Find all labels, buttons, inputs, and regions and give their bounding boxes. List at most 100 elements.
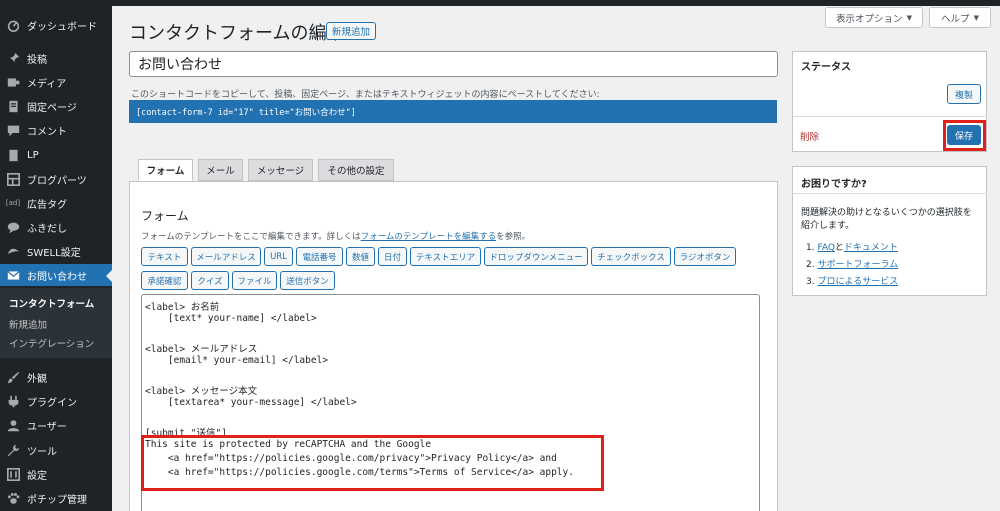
submenu-item-integration[interactable]: インテグレーション (9, 336, 94, 350)
caret-down-icon: ▼ (906, 13, 912, 22)
sidebar-item-appearance[interactable]: 外観 (0, 366, 112, 388)
sidebar-item-posts[interactable]: 投稿 (0, 47, 112, 69)
sidebar-item-pages[interactable]: 固定ページ (0, 95, 112, 117)
sidebar-item-comments[interactable]: コメント (0, 119, 112, 141)
tag-button-date[interactable]: 日付 (378, 247, 407, 266)
status-box-title: ステータス (801, 62, 851, 73)
submenu-item-add-new[interactable]: 新規追加 (9, 317, 47, 331)
help-list-item: 2. サポートフォーラム (806, 257, 898, 270)
faq-link[interactable]: FAQ (817, 243, 834, 253)
sidebar-item-label: ユーザー (27, 421, 67, 433)
sidebar-item-ad-tags[interactable]: [ad] 広告タグ (0, 192, 112, 214)
sidebar-item-label: 設定 (27, 470, 47, 482)
sidebar-item-label: ブログパーツ (27, 175, 87, 187)
tag-button-radio[interactable]: ラジオボタン (674, 247, 736, 266)
recaptcha-text-highlight (141, 435, 604, 491)
tag-button-quiz[interactable]: クイズ (191, 271, 229, 290)
brush-icon (6, 370, 20, 384)
tag-button-number[interactable]: 数値 (346, 247, 375, 266)
admin-sidebar: ダッシュボード 投稿 メディア 固定ページ コメント LP ブログパーツ [ad… (0, 0, 113, 511)
delete-link[interactable]: 削除 (800, 129, 819, 143)
add-new-button[interactable]: 新規追加 (326, 22, 377, 40)
tag-button-url[interactable]: URL (264, 247, 293, 266)
wrench-icon (6, 443, 20, 457)
tag-button-tel[interactable]: 電話番号 (296, 247, 343, 266)
sidebar-item-dashboard[interactable]: ダッシュボード (0, 14, 112, 36)
list-number: 2. (806, 260, 815, 270)
screen-options-button[interactable]: 表示オプション ▼ (825, 7, 923, 28)
sidebar-item-label: ダッシュボード (27, 21, 97, 33)
sidebar-item-label: 外観 (27, 373, 47, 385)
shortcode-description: このショートコードをコピーして、投稿、固定ページ、またはテキストウィジェットの内… (131, 90, 600, 100)
sidebar-item-label: ふきだし (27, 223, 67, 235)
sidebar-item-pochipp[interactable]: ポチップ管理 (0, 487, 112, 509)
contact-submenu: コンタクトフォーム 新規追加 インテグレーション (0, 288, 112, 358)
caret-down-icon: ▼ (973, 13, 979, 22)
paw-icon (6, 491, 20, 505)
tab-form[interactable]: フォーム (138, 159, 193, 181)
admin-bar (112, 0, 1000, 6)
list-number: 1. (806, 243, 815, 253)
sidebar-item-label: LP (27, 149, 39, 161)
tag-button-acceptance[interactable]: 承諾確認 (141, 271, 188, 290)
sidebar-item-plugins[interactable]: プラグイン (0, 390, 112, 412)
support-forum-link[interactable]: サポートフォーラム (817, 260, 898, 270)
tag-button-textarea[interactable]: テキストエリア (410, 247, 481, 266)
swell-icon (6, 244, 20, 258)
active-menu-arrow (106, 269, 113, 283)
sidebar-item-settings[interactable]: 設定 (0, 463, 112, 485)
submenu-item-contact-forms[interactable]: コンタクトフォーム (9, 296, 94, 310)
sidebar-item-users[interactable]: ユーザー (0, 414, 112, 436)
panel-desc-text: を参照。 (496, 232, 531, 242)
sidebar-item-label: ポチップ管理 (27, 494, 87, 506)
user-icon (6, 418, 20, 432)
sidebar-item-label: 投稿 (27, 54, 47, 66)
sidebar-item-label: お問い合わせ (27, 271, 87, 283)
tag-button-submit[interactable]: 送信ボタン (280, 271, 335, 290)
code-line: <label> お名前 (145, 302, 220, 313)
sidebar-item-label: メディア (27, 78, 67, 90)
pro-services-link[interactable]: プロによるサービス (817, 277, 898, 287)
shortcode-field[interactable]: [contact-form-7 id="17" title="お問い合わせ"] (129, 100, 777, 123)
tag-button-dropdown[interactable]: ドロップダウンメニュー (484, 247, 588, 266)
tab-additional-settings[interactable]: その他の設定 (318, 159, 394, 181)
docs-link[interactable]: ドキュメント (844, 243, 898, 253)
sidebar-item-label: 固定ページ (27, 102, 77, 114)
comment-icon (6, 123, 20, 137)
bubble-icon (6, 220, 20, 234)
sidebar-item-lp[interactable]: LP (0, 144, 112, 166)
help-divider (792, 193, 987, 194)
tag-button-email[interactable]: メールアドレス (191, 247, 261, 266)
sidebar-item-contact[interactable]: お問い合わせ (0, 264, 112, 286)
tag-button-checkbox[interactable]: チェックボックス (591, 247, 671, 266)
sidebar-item-label: 広告タグ (27, 199, 67, 211)
status-divider (792, 116, 987, 117)
save-button-highlight (943, 120, 986, 151)
sidebar-item-swell-settings[interactable]: SWELL設定 (0, 240, 112, 262)
tab-messages[interactable]: メッセージ (248, 159, 313, 181)
sidebar-item-label: ツール (27, 446, 57, 458)
help-list-item: 3. プロによるサービス (806, 274, 898, 287)
help-list-text: と (834, 243, 844, 253)
mail-icon (6, 268, 20, 282)
tag-button-text[interactable]: テキスト (141, 247, 188, 266)
code-line: <label> メールアドレス (145, 344, 258, 355)
tag-button-file[interactable]: ファイル (232, 271, 277, 290)
sidebar-item-tools[interactable]: ツール (0, 439, 112, 461)
sidebar-item-fukidashi[interactable]: ふきだし (0, 216, 112, 238)
help-label: ヘルプ (941, 13, 970, 25)
document-icon (6, 148, 20, 162)
sidebar-item-media[interactable]: メディア (0, 71, 112, 93)
duplicate-button[interactable]: 複製 (947, 84, 981, 104)
sidebar-item-label: プラグイン (27, 397, 77, 409)
layout-icon (6, 172, 20, 186)
form-title-input[interactable]: お問い合わせ (129, 51, 778, 77)
edit-template-docs-link[interactable]: フォームのテンプレートを編集する (361, 232, 497, 242)
tab-mail[interactable]: メール (198, 159, 243, 181)
help-button[interactable]: ヘルプ ▼ (929, 7, 991, 28)
sidebar-item-label: コメント (27, 126, 67, 138)
sidebar-item-label: SWELL設定 (27, 247, 81, 259)
sidebar-item-blog-parts[interactable]: ブログパーツ (0, 168, 112, 190)
panel-description: フォームのテンプレートをここで編集できます。詳しくはフォームのテンプレートを編集… (141, 230, 530, 242)
help-text: 問題解決の助けとなるいくつかの選択肢を (801, 208, 972, 218)
